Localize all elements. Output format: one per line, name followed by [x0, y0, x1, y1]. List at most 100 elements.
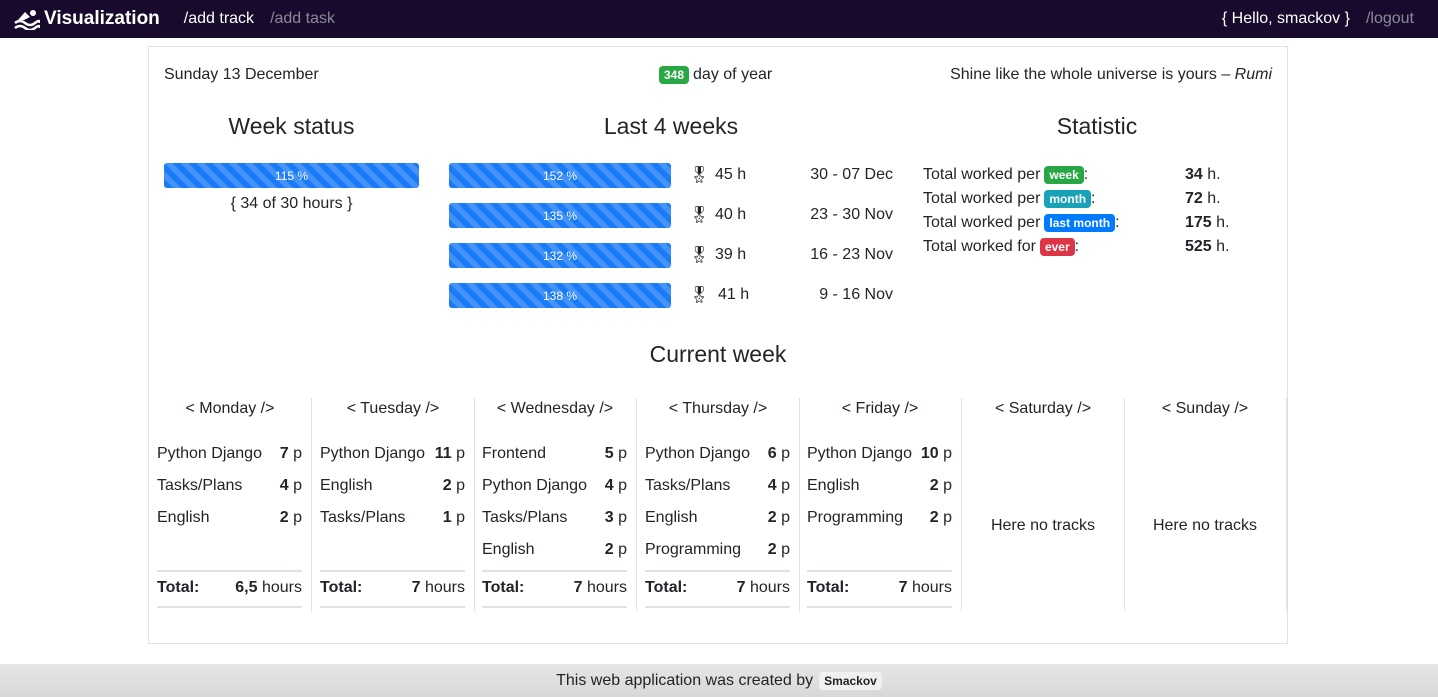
week-progress-bar: 132 %: [449, 243, 671, 268]
week-progress: 135 %: [449, 203, 671, 228]
week-progress: 152 %: [449, 163, 671, 188]
week-range: 23 - 30 Nov: [810, 206, 893, 223]
day-title: < Friday />: [841, 400, 919, 417]
stat-value: 34: [1185, 166, 1203, 183]
no-tracks-message: Here no tracks: [1152, 517, 1258, 534]
track-name: Tasks/Plans: [320, 509, 406, 526]
track-name: Tasks/Plans: [482, 509, 568, 526]
stat-colon: :: [1091, 190, 1096, 207]
total-unit: hours: [257, 579, 302, 596]
divider: [157, 606, 302, 608]
divider: [645, 606, 790, 608]
brand-link[interactable]: Visualization: [13, 8, 160, 30]
track-unit: p: [288, 445, 302, 462]
day-of-year-label: day of year: [693, 66, 773, 83]
week-row: 132 % 🎖 39 h 16 - 23 Nov: [449, 243, 899, 268]
week-hours: 39 h: [715, 246, 747, 263]
track-value: 3: [604, 509, 614, 526]
total-unit: hours: [907, 579, 952, 596]
track-row: Python Django 4 p: [482, 477, 627, 499]
quote-text: Shine like the whole universe is yours –: [950, 66, 1235, 83]
track-unit: p: [776, 445, 790, 462]
stat-row-week: Total worked per week: 34 h.: [923, 166, 1253, 190]
day-title: < Sunday />: [1161, 400, 1249, 417]
total-value: 6,5: [235, 579, 258, 596]
day-column-tuesday: < Tuesday /> Python Django 11 p English 2 …: [312, 398, 475, 611]
track-unit: p: [938, 445, 952, 462]
track-row: Frontend 5 p: [482, 445, 627, 467]
divider: [645, 570, 790, 572]
track-name: Tasks/Plans: [645, 477, 731, 494]
stat-badge-last-month: last month: [1044, 214, 1116, 232]
footer-author-badge[interactable]: Smackov: [819, 671, 882, 690]
day-title: < Wednesday />: [496, 400, 614, 417]
day-column-thursday: < Thursday /> Python Django 6 p Tasks/Pla…: [637, 398, 800, 611]
track-unit: p: [613, 477, 627, 494]
total-unit: hours: [582, 579, 627, 596]
current-week-title: Current week: [649, 341, 787, 367]
track-unit: p: [451, 477, 465, 494]
track-value: 4: [279, 477, 289, 494]
stat-label: Total worked per: [923, 190, 1041, 207]
track-value: 1: [442, 509, 452, 526]
week-hours: 41 h: [718, 286, 750, 303]
stat-badge-month: month: [1044, 190, 1092, 208]
track-value: 5: [604, 445, 614, 462]
track-name: English: [645, 509, 698, 526]
track-row: Programming 2 p: [807, 509, 952, 531]
total-value: 7: [898, 579, 908, 596]
week-hours: 40 h: [715, 206, 747, 223]
total-value: 7: [573, 579, 583, 596]
track-name: English: [807, 477, 860, 494]
day-title: < Thursday />: [668, 400, 768, 417]
logout-link[interactable]: /logout: [1366, 10, 1414, 28]
day-title: < Tuesday />: [346, 400, 440, 417]
week-row: 135 % 🎖 40 h 23 - 30 Nov: [449, 203, 899, 228]
stat-row-ever: Total worked for ever: 525 h.: [923, 238, 1253, 262]
track-value: 10: [920, 445, 939, 462]
track-value: 2: [767, 509, 777, 526]
week-progress: 138 %: [449, 283, 671, 308]
track-value: 2: [767, 541, 777, 558]
week-progress-bar: 135 %: [449, 203, 671, 228]
stat-colon: :: [1115, 214, 1120, 231]
day-column-wednesday: < Wednesday /> Frontend 5 p Python Django…: [474, 398, 637, 611]
stat-unit: h.: [1202, 190, 1221, 207]
stat-label: Total worked per: [923, 214, 1041, 231]
track-unit: p: [288, 477, 302, 494]
week-status-progress-bar: 115 %: [164, 163, 419, 188]
track-row: English 2 p: [157, 509, 302, 531]
stat-value: 175: [1185, 214, 1212, 231]
track-name: English: [320, 477, 373, 494]
week-range: 30 - 07 Dec: [810, 166, 893, 183]
stat-colon: :: [1083, 166, 1089, 183]
track-unit: p: [451, 509, 465, 526]
stat-badge-week: week: [1044, 166, 1084, 184]
track-row: English 2 p: [482, 541, 627, 563]
day-column-friday: < Friday /> Python Django 10 p English 2 p…: [799, 398, 962, 611]
track-row: Python Django 11 p: [320, 445, 465, 467]
track-name: Tasks/Plans: [157, 477, 243, 494]
total-unit: hours: [420, 579, 465, 596]
divider: [482, 606, 627, 608]
quote-author: Rumi: [1234, 66, 1272, 83]
total-value: 7: [736, 579, 746, 596]
stat-colon: :: [1074, 238, 1080, 255]
total-label: Total:: [157, 579, 200, 596]
footer: This web application was created by Smac…: [0, 664, 1438, 697]
nav-add-track-link[interactable]: /add track: [184, 10, 254, 28]
total-label: Total:: [645, 579, 688, 596]
track-row: Programming 2 p: [645, 541, 790, 563]
track-name: Programming: [807, 509, 904, 526]
track-row: Tasks/Plans 3 p: [482, 509, 627, 531]
track-name: Python Django: [157, 445, 262, 462]
total-unit: hours: [745, 579, 790, 596]
nav-add-task-link[interactable]: /add task: [270, 10, 335, 28]
divider: [320, 606, 465, 608]
week-range: 16 - 23 Nov: [810, 246, 893, 263]
week-hours: 45 h: [715, 166, 747, 183]
divider: [807, 606, 952, 608]
track-row: Python Django 6 p: [645, 445, 790, 467]
track-value: 2: [929, 509, 939, 526]
track-unit: p: [938, 477, 952, 494]
